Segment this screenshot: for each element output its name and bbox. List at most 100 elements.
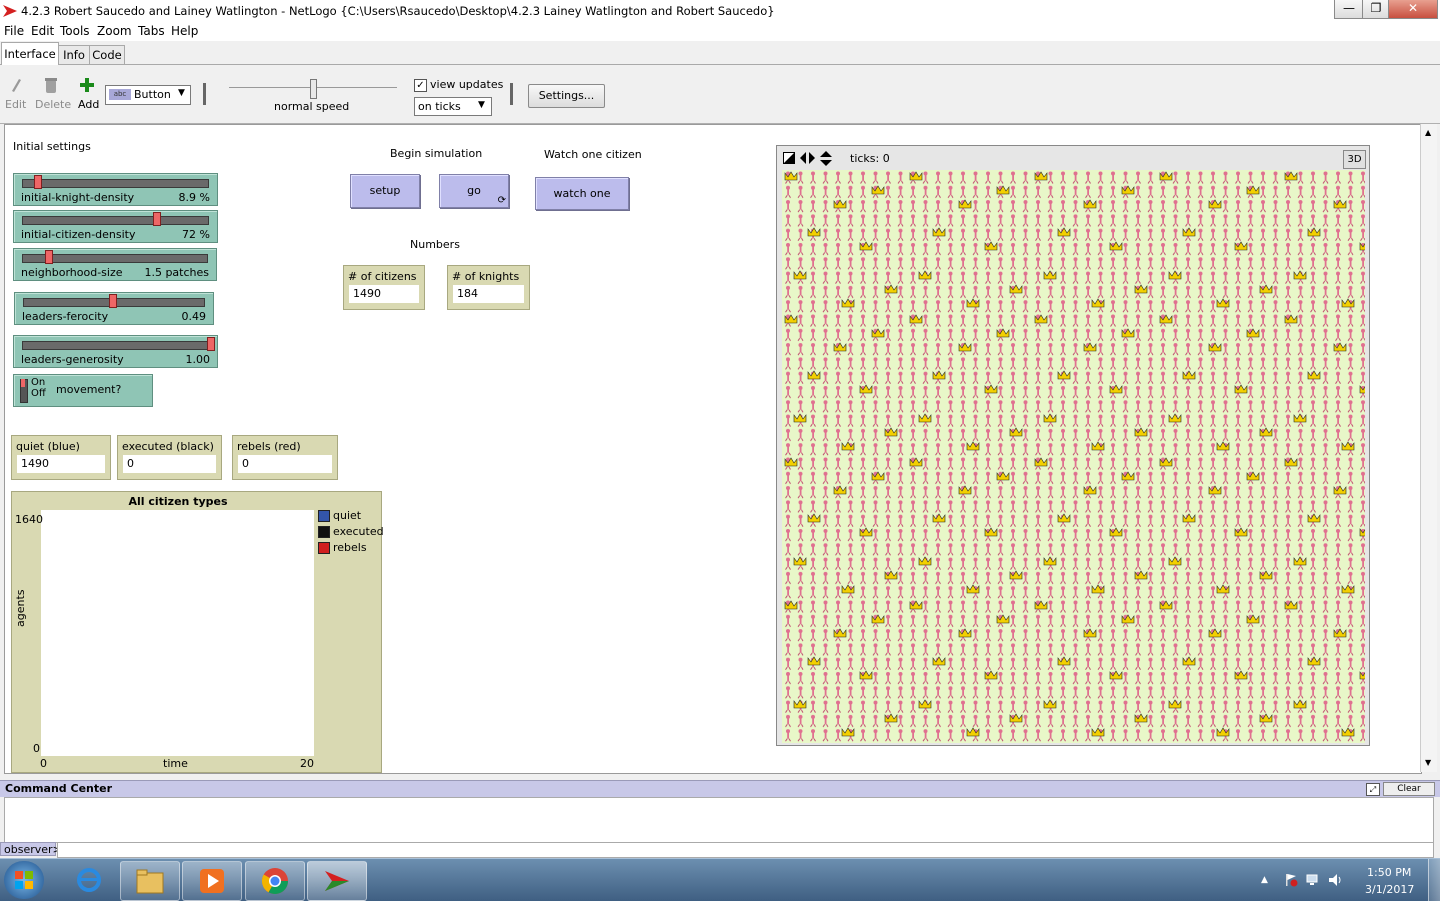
taskbar-netlogo[interactable] <box>307 861 367 901</box>
flag-icon[interactable] <box>1284 873 1298 887</box>
command-center-header: Command Center ⤢ Clear <box>0 780 1440 797</box>
monitor-label: # of citizens <box>348 270 417 283</box>
clear-button[interactable]: Clear <box>1383 782 1435 796</box>
slider-label: leaders-generosity <box>21 353 124 366</box>
minimize-button[interactable]: — <box>1334 0 1364 19</box>
menu-bar: File Edit Tools Zoom Tabs Help <box>0 22 1440 41</box>
network-icon[interactable] <box>1306 873 1320 887</box>
start-button[interactable] <box>4 861 44 899</box>
widget-type-value: Button <box>134 88 171 101</box>
monitor-label: # of knights <box>452 270 520 283</box>
update-mode-select[interactable]: on ticks ▼ <box>414 97 492 116</box>
taskbar-chrome[interactable] <box>245 861 305 901</box>
slider-label: leaders-ferocity <box>22 310 109 323</box>
taskbar-media-player[interactable] <box>182 861 242 901</box>
command-center: Command Center ⤢ Clear observer> <box>0 780 1440 858</box>
tab-strip: Interface Info Code <box>0 41 1440 65</box>
horizontal-arrows-icon[interactable] <box>800 152 815 164</box>
show-desktop-button[interactable] <box>1428 859 1440 901</box>
slider-initial-knight-density[interactable]: initial-knight-density 8.9 % <box>13 173 218 206</box>
vertical-arrows-icon[interactable] <box>820 151 832 166</box>
show-hidden-icons[interactable]: ▲ <box>1261 875 1268 885</box>
movement-switch[interactable]: On Off movement? <box>13 374 153 407</box>
switch-off-label: Off <box>31 388 46 399</box>
monitor-value: 0 <box>123 455 216 473</box>
scroll-down-icon[interactable]: ▼ <box>1425 758 1431 767</box>
pencil-icon[interactable] <box>9 77 23 93</box>
scroll-up-icon[interactable]: ▲ <box>1425 128 1431 137</box>
slider-label: initial-citizen-density <box>21 228 136 241</box>
button-widget-icon: abc <box>109 89 131 100</box>
netlogo-icon <box>325 871 349 891</box>
slider-neighborhood-size[interactable]: neighborhood-size 1.5 patches <box>13 248 217 281</box>
initial-settings-note: Initial settings <box>13 140 91 153</box>
watch-one-citizen-note: Watch one citizen <box>544 148 642 161</box>
toolbar-divider <box>510 83 513 105</box>
taskbar-file-explorer[interactable] <box>120 861 180 901</box>
setup-button[interactable]: setup <box>350 174 420 208</box>
command-output[interactable] <box>4 797 1434 843</box>
monitor-executed: executed (black) 0 <box>117 435 222 480</box>
slider-value: 1.00 <box>185 353 211 366</box>
monitor-value: 1490 <box>17 455 105 473</box>
observer-prompt-select[interactable]: observer> <box>0 842 62 856</box>
slider-label: initial-knight-density <box>21 191 135 204</box>
delete-label[interactable]: Delete <box>35 98 71 111</box>
slider-value: 1.5 patches <box>144 266 209 279</box>
forever-icon: ⟳ <box>497 195 506 206</box>
monitor-label: quiet (blue) <box>16 440 80 453</box>
clock-time[interactable]: 1:50 PM <box>1367 866 1411 879</box>
close-button[interactable]: ✕ <box>1388 0 1438 19</box>
go-button[interactable]: go ⟳ <box>439 174 509 208</box>
chrome-icon <box>261 868 289 895</box>
plot-all-citizen-types: All citizen types 1640 0 0 20 time agent… <box>11 491 384 773</box>
slider-leaders-generosity[interactable]: leaders-generosity 1.00 <box>13 335 218 368</box>
menu-tools[interactable]: Tools <box>60 24 90 38</box>
slider-initial-citizen-density[interactable]: initial-citizen-density 72 % <box>13 210 218 243</box>
tab-interface[interactable]: Interface <box>1 42 59 65</box>
tab-info[interactable]: Info <box>58 45 90 64</box>
widget-type-select[interactable]: abc Button ▼ <box>105 85 191 105</box>
clock-date[interactable]: 3/1/2017 <box>1365 883 1414 896</box>
edit-label[interactable]: Edit <box>5 98 26 111</box>
menu-tabs[interactable]: Tabs <box>138 24 165 38</box>
plot-xmax: 20 <box>300 757 314 770</box>
add-label[interactable]: Add <box>78 98 99 111</box>
menu-file[interactable]: File <box>4 24 24 38</box>
media-player-icon <box>200 869 224 893</box>
expand-icon[interactable]: ⤢ <box>1366 783 1380 796</box>
taskbar: ▲ 1:50 PM 3/1/2017 <box>0 858 1440 901</box>
edit-view-icon[interactable] <box>783 152 795 164</box>
view-updates-checkbox[interactable]: ✓ <box>414 79 427 92</box>
taskbar-internet-explorer[interactable] <box>60 861 118 899</box>
menu-help[interactable]: Help <box>171 24 198 38</box>
menu-zoom[interactable]: Zoom <box>97 24 132 38</box>
slider-value: 0.49 <box>181 310 207 323</box>
speed-slider-handle[interactable] <box>310 79 317 99</box>
view-updates-label: view updates <box>430 78 504 91</box>
tab-code[interactable]: Code <box>89 45 125 64</box>
switch-label: movement? <box>56 383 122 396</box>
ticks-counter: ticks: 0 <box>850 152 890 165</box>
volume-icon[interactable] <box>1328 873 1344 887</box>
restore-button[interactable]: ❐ <box>1362 0 1390 19</box>
3d-button[interactable]: 3D <box>1343 150 1366 169</box>
chevron-down-icon: ▼ <box>178 88 185 98</box>
settings-button[interactable]: Settings... <box>528 84 605 108</box>
watch-one-button[interactable]: watch one <box>535 177 629 210</box>
monitor-label: rebels (red) <box>237 440 301 453</box>
plot-ymin: 0 <box>33 742 40 755</box>
plot-xlabel: time <box>163 757 188 770</box>
slider-leaders-ferocity[interactable]: leaders-ferocity 0.49 <box>14 292 214 325</box>
go-button-label: go <box>467 184 481 197</box>
trash-icon[interactable] <box>44 77 58 94</box>
begin-simulation-note: Begin simulation <box>390 147 483 160</box>
plot-ymax: 1640 <box>15 513 43 526</box>
world-canvas[interactable] <box>782 170 1365 743</box>
monitor-label: executed (black) <box>122 440 214 453</box>
command-input[interactable] <box>57 842 1434 858</box>
menu-edit[interactable]: Edit <box>31 24 54 38</box>
plus-icon[interactable] <box>80 78 94 92</box>
interface-scrollbar[interactable]: ▲ ▼ <box>1420 124 1437 772</box>
internet-explorer-icon <box>77 868 101 892</box>
